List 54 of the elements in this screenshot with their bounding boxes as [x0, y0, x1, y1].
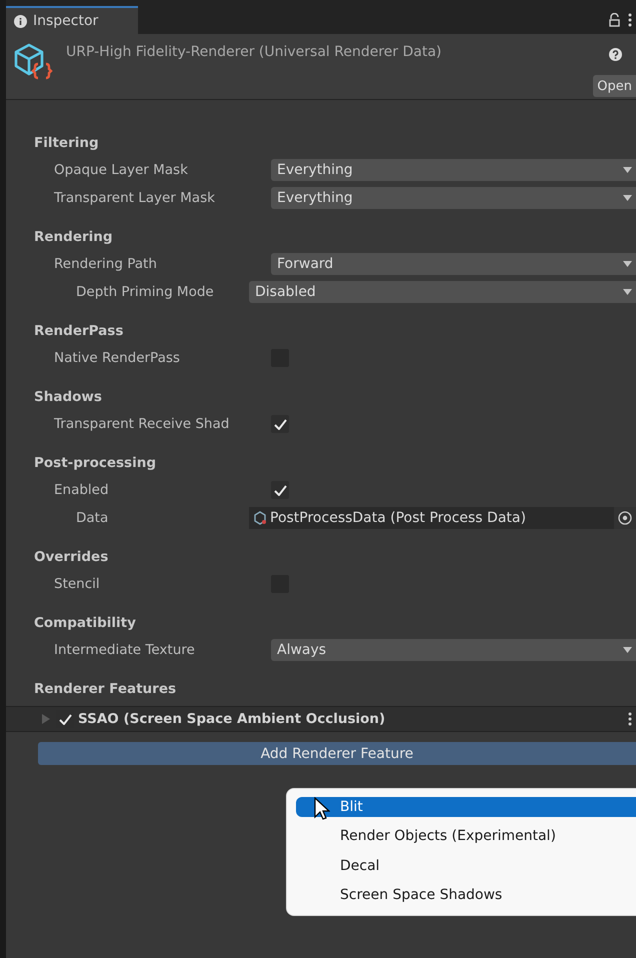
dropdown-arrow-icon — [623, 261, 632, 267]
lock-icon[interactable] — [609, 13, 620, 27]
checkmark-icon — [58, 714, 72, 724]
menu-item[interactable]: Blit — [296, 797, 636, 816]
checkmark-icon — [274, 418, 286, 430]
mouse-cursor-icon — [314, 797, 330, 821]
section-heading: Post-processing — [34, 454, 157, 473]
dropdown-arrow-icon — [623, 167, 632, 173]
dropdown[interactable]: Everything — [271, 159, 636, 181]
checkbox[interactable] — [271, 481, 289, 499]
menu-item[interactable]: Render Objects (Experimental) — [296, 826, 636, 846]
field-label: Native RenderPass — [53, 350, 181, 366]
dropdown-arrow-icon — [623, 195, 632, 201]
section-heading: Filtering — [34, 134, 100, 153]
asset-title: URP-High Fidelity-Renderer (Universal Renderer Data) — [66, 43, 443, 60]
checkmark-icon — [274, 484, 286, 496]
asset-icon — [253, 511, 267, 525]
field-label: Intermediate Texture — [53, 642, 196, 658]
add-renderer-feature-button[interactable]: Add Renderer Feature — [38, 742, 636, 765]
section-heading: RenderPass — [34, 322, 124, 341]
section-heading: Overrides — [34, 548, 110, 567]
field-label: Rendering Path — [53, 256, 158, 272]
section-heading: Renderer Features — [34, 680, 178, 699]
help-icon[interactable] — [609, 48, 622, 61]
open-button[interactable]: Open — [593, 75, 636, 97]
field-label: Depth Priming Mode — [75, 284, 215, 300]
renderer-feature-row[interactable]: SSAO (Screen Space Ambient Occlusion) — [6, 706, 636, 732]
field-label: Enabled — [53, 482, 110, 498]
dropdown[interactable]: Everything — [271, 187, 636, 209]
section-heading: Rendering — [34, 228, 114, 247]
field-label: Transparent Receive Shad — [53, 416, 230, 432]
kebab-menu-icon[interactable] — [628, 712, 632, 726]
object-field[interactable]: PostProcessData (Post Process Data) — [249, 507, 636, 529]
inspector-tab[interactable]: Inspector — [6, 6, 138, 34]
field-label: Stencil — [53, 576, 101, 592]
target-icon — [618, 511, 632, 525]
menu-item[interactable]: Decal — [296, 856, 636, 876]
checkbox[interactable] — [271, 415, 289, 433]
dropdown-arrow-icon — [623, 289, 632, 295]
field-label: Opaque Layer Mask — [53, 162, 189, 178]
menu-item[interactable]: Screen Space Shadows — [296, 886, 636, 905]
dropdown[interactable]: Forward — [271, 253, 636, 275]
field-label: Transparent Layer Mask — [53, 190, 216, 206]
feature-name: SSAO (Screen Space Ambient Occlusion) — [78, 711, 386, 727]
dropdown[interactable]: Disabled — [249, 281, 636, 303]
dropdown[interactable]: Always — [271, 639, 636, 661]
kebab-menu-icon[interactable] — [628, 13, 632, 27]
info-icon — [14, 14, 27, 28]
section-heading: Compatibility — [34, 614, 137, 633]
dropdown-arrow-icon — [623, 647, 632, 653]
field-label: Data — [75, 510, 110, 526]
renderer-asset-icon — [12, 42, 54, 82]
object-picker-button[interactable] — [614, 507, 636, 529]
section-heading: Shadows — [34, 388, 103, 407]
